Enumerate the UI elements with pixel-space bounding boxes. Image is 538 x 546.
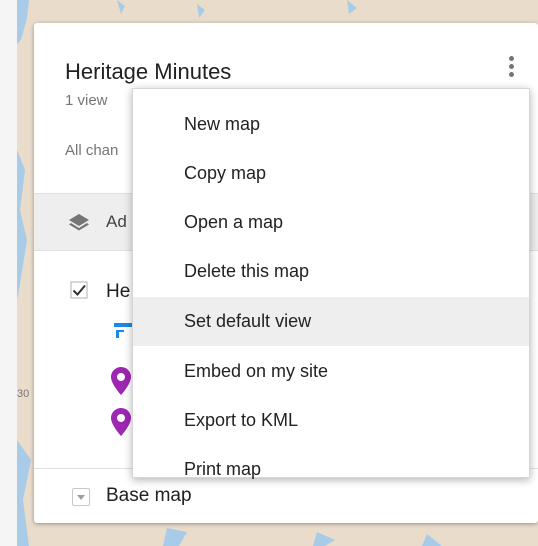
- pin-icon[interactable]: [111, 408, 131, 436]
- dropdown-toggle-icon[interactable]: [72, 488, 90, 506]
- changes-status: All chan: [65, 142, 119, 159]
- map-options-menu: New map Copy map Open a map Delete this …: [132, 88, 530, 479]
- layers-icon: [69, 214, 89, 231]
- style-icon[interactable]: [114, 323, 132, 339]
- page-margin: [0, 0, 17, 546]
- map-title[interactable]: Heritage Minutes: [65, 59, 231, 85]
- add-layer-button[interactable]: Ad: [106, 212, 127, 232]
- menu-item-export-kml[interactable]: Export to KML: [133, 396, 529, 445]
- menu-item-delete-map[interactable]: Delete this map: [133, 247, 529, 296]
- menu-item-print-map[interactable]: Print map: [133, 445, 529, 494]
- menu-item-set-default-view[interactable]: Set default view: [133, 297, 529, 346]
- checkbox-icon[interactable]: [70, 281, 88, 299]
- view-count: 1 view: [65, 92, 108, 109]
- more-vert-icon[interactable]: [502, 51, 522, 83]
- menu-item-embed[interactable]: Embed on my site: [133, 347, 529, 396]
- menu-item-open-map[interactable]: Open a map: [133, 198, 529, 247]
- layer-name[interactable]: He: [106, 281, 130, 303]
- map-label: 30: [17, 388, 29, 400]
- menu-item-new-map[interactable]: New map: [133, 100, 529, 149]
- menu-item-copy-map[interactable]: Copy map: [133, 149, 529, 198]
- pin-icon[interactable]: [111, 367, 131, 395]
